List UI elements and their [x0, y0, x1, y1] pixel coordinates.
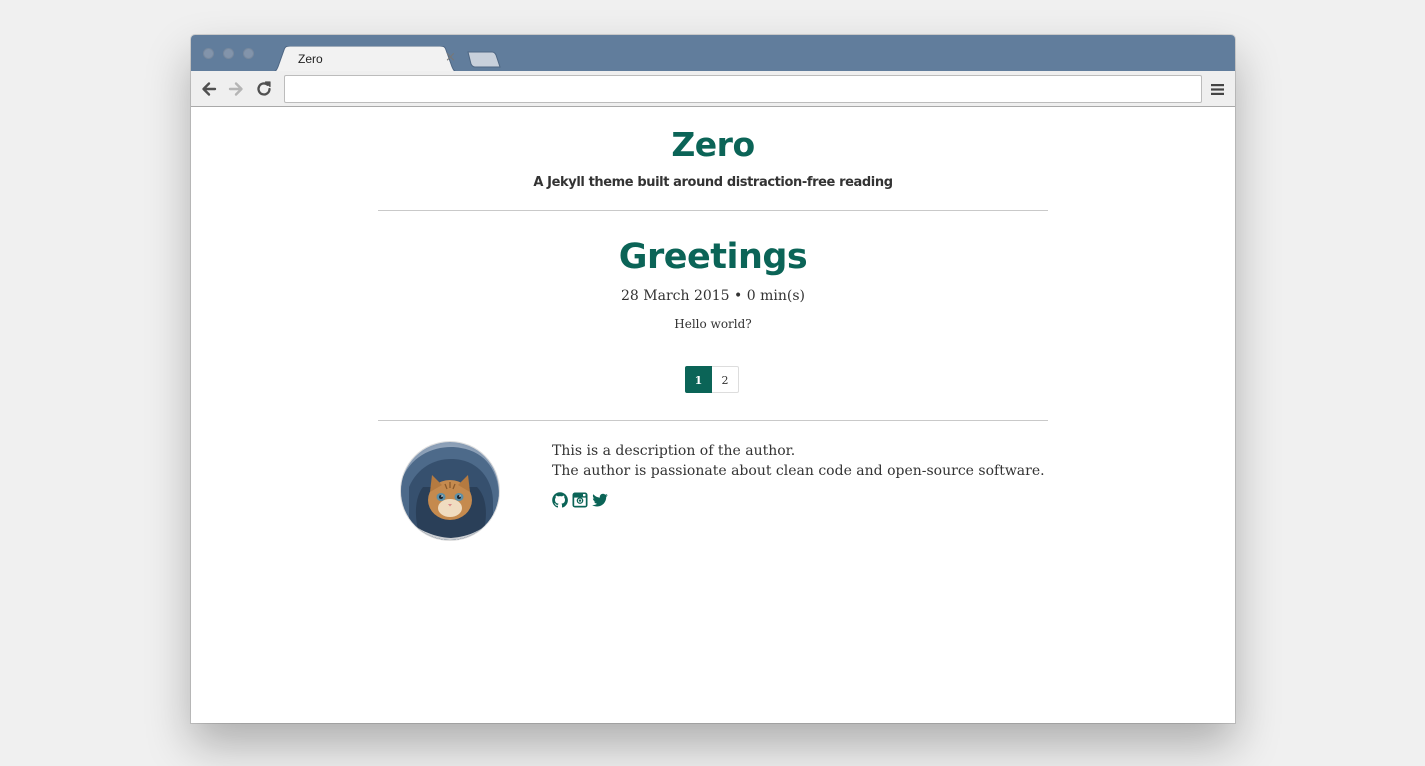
author-description: This is a description of the author. The… — [552, 441, 1045, 481]
author-avatar — [401, 442, 499, 540]
twitter-icon[interactable] — [592, 492, 608, 508]
minimize-window-button[interactable] — [223, 48, 234, 59]
github-icon[interactable] — [552, 492, 568, 508]
title-bar: Zero × — [191, 35, 1235, 72]
footer-divider — [378, 420, 1048, 421]
menu-icon[interactable] — [1211, 81, 1224, 100]
author-description-line-1: This is a description of the author. — [552, 443, 796, 459]
tab-close-icon[interactable]: × — [445, 50, 456, 66]
tab-title: Zero — [298, 52, 323, 66]
forward-arrow-icon[interactable] — [226, 79, 246, 99]
new-tab-button[interactable] — [467, 51, 501, 72]
browser-toolbar — [191, 71, 1235, 107]
close-window-button[interactable] — [203, 48, 214, 59]
page-link-2[interactable]: 2 — [712, 366, 739, 393]
site-title[interactable]: Zero — [191, 125, 1235, 164]
header-divider — [378, 210, 1048, 211]
page-link-1[interactable]: 1 — [685, 366, 712, 393]
site-description: A Jekyll theme built around distraction-… — [533, 175, 893, 190]
post-excerpt: Hello world? — [674, 317, 752, 331]
post-meta: 28 March 2015 • 0 min(s) — [621, 288, 805, 304]
page-content: Zero A Jekyll theme built around distrac… — [191, 107, 1235, 723]
address-bar[interactable] — [284, 75, 1202, 103]
back-arrow-icon[interactable] — [199, 79, 219, 99]
pagination: 1 2 — [685, 366, 739, 393]
social-links — [552, 492, 608, 508]
author-description-line-2: The author is passionate about clean cod… — [552, 463, 1045, 479]
browser-window: Zero × Zero A Jekyll theme built around … — [191, 35, 1235, 723]
post-title[interactable]: Greetings — [191, 237, 1235, 277]
browser-tab[interactable]: Zero × — [271, 46, 459, 72]
zoom-window-button[interactable] — [243, 48, 254, 59]
instagram-icon[interactable] — [572, 492, 588, 508]
reload-icon[interactable] — [254, 79, 274, 99]
